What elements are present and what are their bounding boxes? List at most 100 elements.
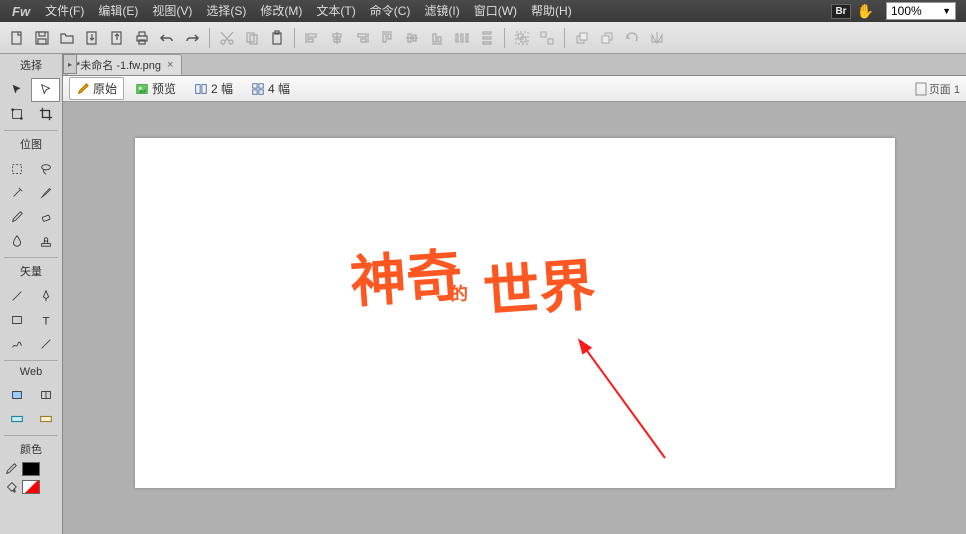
main-toolbar: [0, 22, 966, 54]
blur-tool[interactable]: [2, 229, 31, 253]
redo-button[interactable]: [181, 27, 203, 49]
image-icon: [135, 82, 149, 96]
pencil-icon: [76, 82, 90, 96]
document-tabs: *未命名 -1.fw.png ×: [63, 54, 966, 76]
show-slices-tool[interactable]: [31, 407, 60, 431]
copy-button: [241, 27, 263, 49]
slice-tool[interactable]: [31, 383, 60, 407]
panel-separator: [4, 435, 58, 436]
stamp-tool[interactable]: [31, 229, 60, 253]
zoom-level-dropdown[interactable]: 100% ▼: [886, 2, 956, 20]
eraser-tool[interactable]: [31, 205, 60, 229]
page-indicator[interactable]: 页面 1: [915, 81, 960, 97]
pen-tool[interactable]: [31, 284, 60, 308]
rectangle-tool[interactable]: [2, 308, 31, 332]
menu-filter[interactable]: 滤镜(I): [417, 0, 466, 22]
view-original-button[interactable]: 原始: [69, 77, 124, 100]
toolbar-separator: [294, 28, 295, 48]
select-section-label: 选择: [0, 54, 62, 76]
panel-separator: [4, 257, 58, 258]
flip-button: [646, 27, 668, 49]
cut-button: [216, 27, 238, 49]
undo-button[interactable]: [156, 27, 178, 49]
document-tab[interactable]: *未命名 -1.fw.png ×: [67, 54, 182, 75]
canvas-text-1[interactable]: 神奇: [347, 230, 464, 319]
align-center-h-button: [326, 27, 348, 49]
menu-modify[interactable]: 修改(M): [253, 0, 309, 22]
align-top-button: [376, 27, 398, 49]
stroke-color-swatch[interactable]: [22, 462, 40, 476]
text-tool[interactable]: T: [31, 308, 60, 332]
colors-section-label: 颜色: [0, 438, 62, 460]
pencil-icon: [4, 462, 18, 476]
bitmap-section-label: 位图: [0, 133, 62, 155]
open-button[interactable]: [56, 27, 78, 49]
tools-panel: 选择 位图 矢量 T Web 颜色: [0, 54, 63, 534]
toolbar-separator: [209, 28, 210, 48]
document-area: ▸ *未命名 -1.fw.png × 原始 预览 2 幅 4 幅 页面 1: [63, 54, 966, 534]
pointer-tool[interactable]: [2, 78, 31, 102]
page-icon: [915, 82, 927, 96]
menu-select[interactable]: 选择(S): [199, 0, 253, 22]
hotspot-tool[interactable]: [2, 383, 31, 407]
pencil-tool[interactable]: [2, 205, 31, 229]
panel-expand-handle[interactable]: ▸: [63, 54, 77, 74]
knife-tool[interactable]: [31, 332, 60, 356]
stroke-color-row[interactable]: [0, 460, 62, 478]
align-right-button: [351, 27, 373, 49]
front-button: [571, 27, 593, 49]
menu-command[interactable]: 命令(C): [363, 0, 418, 22]
menu-text[interactable]: 文本(T): [309, 0, 362, 22]
ungroup-button: [536, 27, 558, 49]
close-tab-icon[interactable]: ×: [167, 59, 173, 71]
line-tool[interactable]: [2, 284, 31, 308]
menu-view[interactable]: 视图(V): [145, 0, 199, 22]
wand-tool[interactable]: [2, 181, 31, 205]
align-bottom-button: [426, 27, 448, 49]
new-button[interactable]: [6, 27, 28, 49]
align-middle-button: [401, 27, 423, 49]
view-preview-button[interactable]: 预览: [128, 77, 183, 100]
view-2up-button[interactable]: 2 幅: [187, 77, 240, 100]
fill-color-row[interactable]: [0, 478, 62, 496]
brush-tool[interactable]: [31, 181, 60, 205]
toolbar-separator: [504, 28, 505, 48]
canvas[interactable]: 神奇 的 世界: [135, 138, 895, 488]
svg-text:T: T: [42, 315, 49, 327]
canvas-text-3[interactable]: 世界: [480, 240, 597, 329]
scale-tool[interactable]: [2, 102, 31, 126]
menu-edit[interactable]: 编辑(E): [91, 0, 145, 22]
distribute-h-button: [451, 27, 473, 49]
document-tab-name: *未命名 -1.fw.png: [76, 57, 161, 73]
canvas-viewport[interactable]: 神奇 的 世界: [63, 102, 966, 534]
canvas-text-2[interactable]: 的: [449, 280, 468, 307]
back-button: [596, 27, 618, 49]
menu-file[interactable]: 文件(F): [38, 0, 91, 22]
distribute-v-button: [476, 27, 498, 49]
subselect-tool[interactable]: [31, 78, 60, 102]
print-button[interactable]: [131, 27, 153, 49]
dropdown-arrow-icon: ▼: [942, 6, 951, 16]
four-up-icon: [251, 82, 265, 96]
import-button[interactable]: [81, 27, 103, 49]
marquee-tool[interactable]: [2, 157, 31, 181]
bridge-button[interactable]: Br: [831, 4, 850, 19]
save-button[interactable]: [31, 27, 53, 49]
toolbar-separator: [564, 28, 565, 48]
freeform-tool[interactable]: [2, 332, 31, 356]
crop-tool[interactable]: [31, 102, 60, 126]
menu-help[interactable]: 帮助(H): [524, 0, 579, 22]
hide-slices-tool[interactable]: [2, 407, 31, 431]
fill-color-swatch[interactable]: [22, 480, 40, 494]
export-button[interactable]: [106, 27, 128, 49]
lasso-tool[interactable]: [31, 157, 60, 181]
rotate-button: [621, 27, 643, 49]
view-bar: 原始 预览 2 幅 4 幅 页面 1: [63, 76, 966, 102]
paste-button[interactable]: [266, 27, 288, 49]
menu-window[interactable]: 窗口(W): [467, 0, 524, 22]
app-logo: Fw: [4, 4, 38, 19]
group-button: [511, 27, 533, 49]
hand-tool-icon[interactable]: ✋: [857, 3, 874, 20]
align-left-button: [301, 27, 323, 49]
view-4up-button[interactable]: 4 幅: [244, 77, 297, 100]
